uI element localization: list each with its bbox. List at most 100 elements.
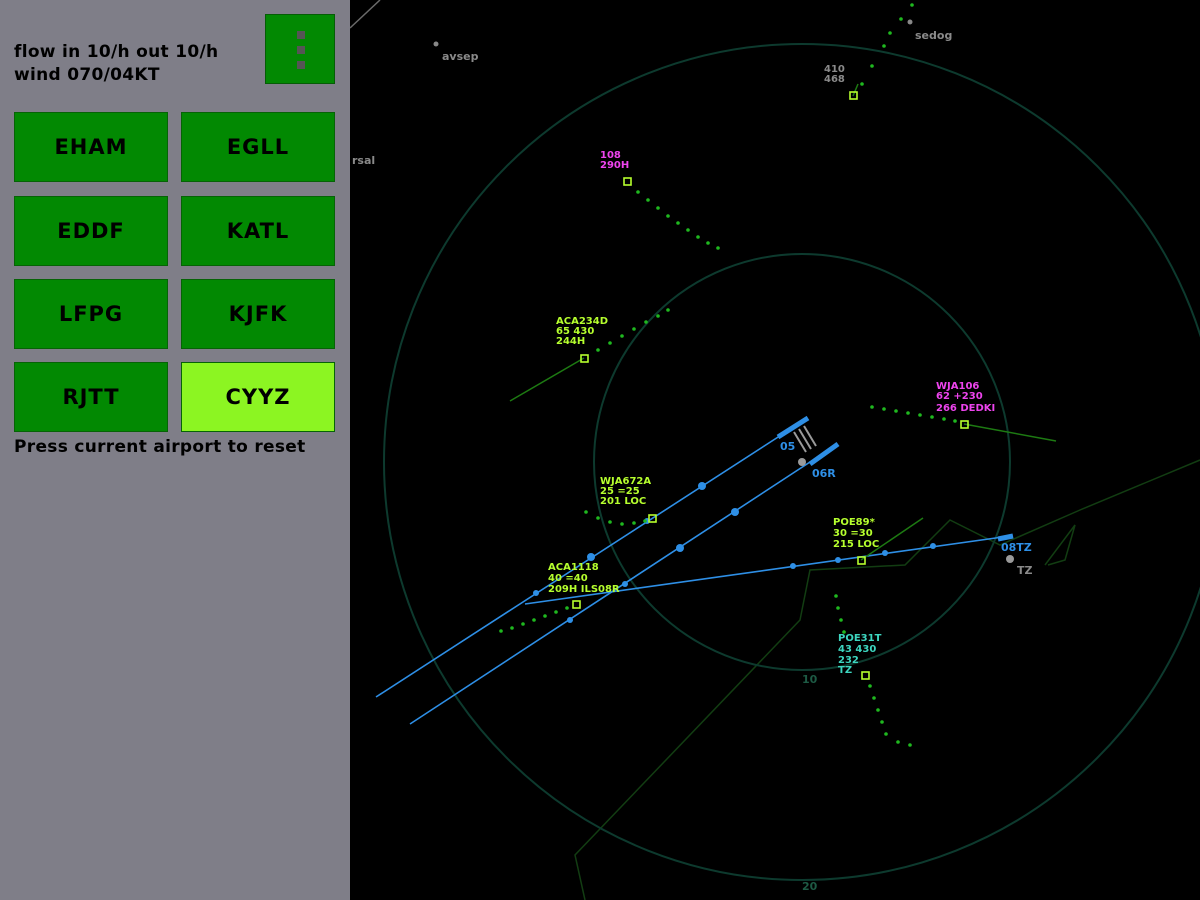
trail-410 <box>860 3 914 86</box>
runway-08tz <box>997 533 1014 542</box>
trail-dot <box>696 235 700 239</box>
wind-status: wind 070/04KT <box>14 65 160 85</box>
trail-dot <box>620 522 624 526</box>
trail-dot <box>632 521 636 525</box>
airspace-boundary <box>574 459 1200 900</box>
heading-vector-aca234d <box>509 357 585 402</box>
aircraft-aca234d[interactable]: ACA234D 65 430 244H <box>556 316 608 363</box>
aircraft-aca1118-id: ACA1118 <box>548 562 599 573</box>
runway-hold-bar <box>798 428 812 450</box>
trail-dot <box>608 341 612 345</box>
runway-06r-marker <box>798 458 806 466</box>
trail-dot <box>882 44 886 48</box>
trail-dot <box>868 684 872 688</box>
aircraft-wja106-alt: 62 +230 <box>936 391 983 402</box>
aircraft-108[interactable]: 108 290H <box>600 150 632 186</box>
trail-dot <box>608 520 612 524</box>
runway-label-06r: 06R <box>812 467 836 480</box>
trail-dot <box>942 417 946 421</box>
trail-dot <box>716 246 720 250</box>
approach-marker <box>622 581 628 587</box>
airport-button-rjtt[interactable]: RJTT <box>14 362 168 432</box>
control-panel: flow in 10/h out 10/h wind 070/04KT EHAM… <box>0 0 350 900</box>
airport-button-eddf[interactable]: EDDF <box>14 196 168 266</box>
trail-dot <box>596 348 600 352</box>
runway-06r <box>808 441 840 467</box>
trail-dot <box>584 510 588 514</box>
trail-dot <box>646 198 650 202</box>
approach-marker <box>790 563 796 569</box>
aircraft-410[interactable]: 410 468 <box>824 64 858 100</box>
trail-dot <box>894 409 898 413</box>
trail-dot <box>870 64 874 68</box>
heading-vector-wja106 <box>963 423 1057 442</box>
airport-button-kjfk[interactable]: KJFK <box>181 279 335 349</box>
trail-dot <box>521 622 525 626</box>
airport-button-egll[interactable]: EGLL <box>181 112 335 182</box>
trail-wja672a <box>584 510 647 526</box>
approach-marker <box>567 617 573 623</box>
trail-dot <box>543 614 547 618</box>
runway-label-05: 05 <box>780 440 795 453</box>
menu-dot <box>297 61 305 69</box>
trail-dot <box>706 241 710 245</box>
trail-dot <box>884 732 888 736</box>
fix-sedog-marker <box>907 19 913 25</box>
range-label-10: 10 <box>802 673 818 686</box>
menu-dot <box>297 46 305 54</box>
aircraft-poe89-id: POE89* <box>833 517 876 528</box>
aircraft-wja106-hdg: 266 DEDKI <box>936 403 995 414</box>
fix-avsep: avsep <box>442 50 479 63</box>
trail-dot <box>834 594 838 598</box>
radar-scope[interactable]: 10 20 avsep sedog rsal 05 06R 08TZ TZ 41… <box>350 0 1200 900</box>
trail-dot <box>656 314 660 318</box>
trail-dot <box>870 405 874 409</box>
menu-button[interactable] <box>265 14 335 84</box>
aircraft-410-alt: 468 <box>824 74 845 85</box>
trail-dot <box>686 228 690 232</box>
trail-dot <box>499 629 503 633</box>
trail-dot <box>882 407 886 411</box>
trail-dot <box>888 31 892 35</box>
airport-button-katl[interactable]: KATL <box>181 196 335 266</box>
runway-hold-bar <box>793 431 807 453</box>
trail-108 <box>636 190 720 250</box>
trail-dot <box>836 606 840 610</box>
runway-05 <box>776 415 810 440</box>
trail-dot <box>930 415 934 419</box>
approach-marker <box>698 482 706 490</box>
fix-sedog: sedog <box>915 29 952 42</box>
aircraft-poe31t-id: POE31T <box>838 633 882 644</box>
aircraft-wja106[interactable]: WJA106 62 +230 266 DEDKI <box>936 381 995 429</box>
trail-dot <box>839 618 843 622</box>
airport-button-cyyz[interactable]: CYYZ <box>181 362 335 432</box>
trail-aca234d <box>596 308 670 352</box>
trail-dot <box>918 413 922 417</box>
trail-dot <box>644 320 648 324</box>
approach-marker <box>587 553 595 561</box>
fix-rsal: rsal <box>352 154 375 167</box>
runway-tz-marker <box>1006 555 1014 563</box>
approach-marker <box>533 590 539 596</box>
aircraft-aca1118-hdg: 209H ILS08R <box>548 584 620 595</box>
trail-dot <box>880 720 884 724</box>
range-ring-20 <box>383 43 1200 881</box>
airspace-boundary-north <box>350 0 381 29</box>
trail-dot <box>666 214 670 218</box>
aircraft-poe31t-symbol <box>861 671 870 680</box>
aircraft-wja672a[interactable]: WJA672A 25 =25 201 LOC <box>600 476 657 523</box>
aircraft-aca1118[interactable]: ACA1118 40 =40 209H ILS08R <box>548 562 620 609</box>
runway-hold-bar <box>803 425 817 447</box>
airport-button-eham[interactable]: EHAM <box>14 112 168 182</box>
approach-marker <box>882 550 888 556</box>
trail-dot <box>554 610 558 614</box>
trail-dot <box>636 190 640 194</box>
airport-button-lfpg[interactable]: LFPG <box>14 279 168 349</box>
flow-status: flow in 10/h out 10/h <box>14 42 219 62</box>
trail-dot <box>643 519 647 523</box>
trail-dot <box>876 708 880 712</box>
trail-dot <box>899 17 903 21</box>
aircraft-wja672a-hdg: 201 LOC <box>600 496 646 507</box>
trail-dot <box>908 743 912 747</box>
aircraft-poe89-alt: 30 =30 <box>833 528 873 539</box>
